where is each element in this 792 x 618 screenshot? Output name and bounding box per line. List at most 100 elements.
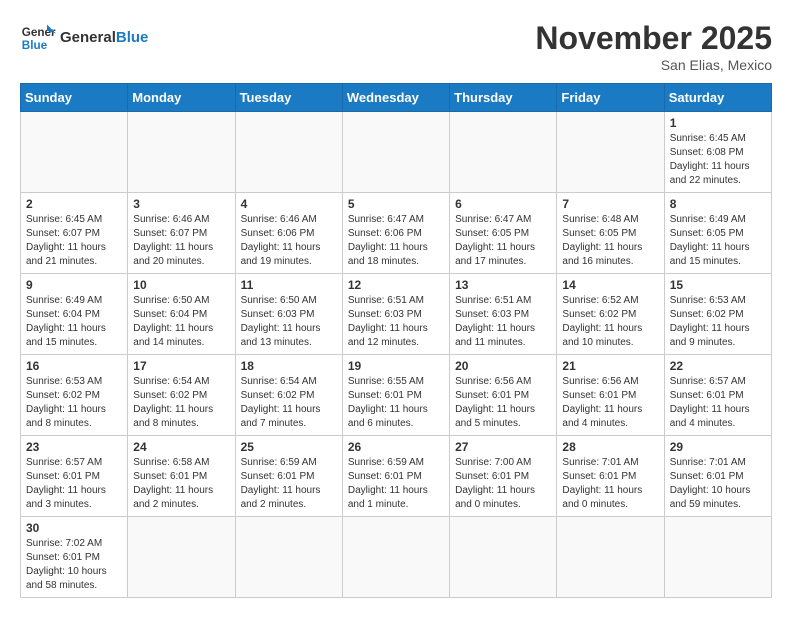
day-info: Sunrise: 6:52 AM Sunset: 6:02 PM Dayligh…	[562, 294, 658, 350]
day-info: Sunrise: 6:46 AM Sunset: 6:06 PM Dayligh…	[241, 213, 337, 269]
calendar-day-cell	[235, 112, 342, 193]
calendar-day-cell: 29Sunrise: 7:01 AM Sunset: 6:01 PM Dayli…	[664, 436, 771, 517]
day-info: Sunrise: 7:01 AM Sunset: 6:01 PM Dayligh…	[562, 456, 658, 512]
calendar-day-header: Saturday	[664, 84, 771, 112]
calendar-day-cell: 30Sunrise: 7:02 AM Sunset: 6:01 PM Dayli…	[21, 517, 128, 598]
calendar-day-cell: 6 Sunrise: 6:47 AM Sunset: 6:05 PM Daylig…	[450, 193, 557, 274]
day-info: Sunrise: 6:45 AM Sunset: 6:07 PM Dayligh…	[26, 213, 122, 269]
svg-text:General: General	[22, 26, 56, 39]
calendar-day-cell: 1 Sunrise: 6:45 AM Sunset: 6:08 PM Daylig…	[664, 112, 771, 193]
day-number: 14	[562, 278, 658, 292]
calendar-week-row: 23Sunrise: 6:57 AM Sunset: 6:01 PM Dayli…	[21, 436, 772, 517]
page-header: General Blue GeneralBlue November 2025 S…	[20, 20, 772, 73]
calendar-day-cell: 10 Sunrise: 6:50 AM Sunset: 6:04 PM Dayli…	[128, 274, 235, 355]
calendar-day-header: Thursday	[450, 84, 557, 112]
day-info: Sunrise: 6:57 AM Sunset: 6:01 PM Dayligh…	[26, 456, 122, 512]
calendar-day-cell: 15Sunrise: 6:53 AM Sunset: 6:02 PM Dayli…	[664, 274, 771, 355]
day-info: Sunrise: 6:47 AM Sunset: 6:05 PM Dayligh…	[455, 213, 551, 269]
day-number: 4	[241, 197, 337, 211]
day-number: 6	[455, 197, 551, 211]
calendar-day-cell: 12 Sunrise: 6:51 AM Sunset: 6:03 PM Dayli…	[342, 274, 449, 355]
logo-blue: Blue	[116, 29, 149, 46]
calendar-day-cell: 9Sunrise: 6:49 AM Sunset: 6:04 PM Daylig…	[21, 274, 128, 355]
day-info: Sunrise: 6:50 AM Sunset: 6:04 PM Dayligh…	[133, 294, 229, 350]
day-number: 2	[26, 197, 122, 211]
calendar-day-cell: 25 Sunrise: 6:59 AM Sunset: 6:01 PM Dayli…	[235, 436, 342, 517]
calendar-day-cell: 7 Sunrise: 6:48 AM Sunset: 6:05 PM Daylig…	[557, 193, 664, 274]
calendar-day-header: Sunday	[21, 84, 128, 112]
calendar-day-cell: 13Sunrise: 6:51 AM Sunset: 6:03 PM Dayli…	[450, 274, 557, 355]
day-number: 12	[348, 278, 444, 292]
calendar-day-cell	[342, 112, 449, 193]
calendar-week-row: 2 Sunrise: 6:45 AM Sunset: 6:07 PM Daylig…	[21, 193, 772, 274]
day-number: 21	[562, 359, 658, 373]
calendar-week-row: 16 Sunrise: 6:53 AM Sunset: 6:02 PM Dayli…	[21, 355, 772, 436]
calendar-day-cell: 3Sunrise: 6:46 AM Sunset: 6:07 PM Daylig…	[128, 193, 235, 274]
day-info: Sunrise: 6:58 AM Sunset: 6:01 PM Dayligh…	[133, 456, 229, 512]
day-number: 19	[348, 359, 444, 373]
day-info: Sunrise: 6:51 AM Sunset: 6:03 PM Dayligh…	[348, 294, 444, 350]
day-number: 13	[455, 278, 551, 292]
calendar-week-row: 9Sunrise: 6:49 AM Sunset: 6:04 PM Daylig…	[21, 274, 772, 355]
day-info: Sunrise: 6:53 AM Sunset: 6:02 PM Dayligh…	[26, 375, 122, 431]
day-info: Sunrise: 6:55 AM Sunset: 6:01 PM Dayligh…	[348, 375, 444, 431]
calendar-day-cell: 22Sunrise: 6:57 AM Sunset: 6:01 PM Dayli…	[664, 355, 771, 436]
day-number: 8	[670, 197, 766, 211]
calendar-day-cell	[664, 517, 771, 598]
day-number: 9	[26, 278, 122, 292]
calendar-day-cell: 11Sunrise: 6:50 AM Sunset: 6:03 PM Dayli…	[235, 274, 342, 355]
logo-general: General	[60, 29, 116, 46]
day-number: 24	[133, 440, 229, 454]
logo: General Blue GeneralBlue	[20, 20, 148, 56]
calendar-day-cell	[342, 517, 449, 598]
calendar-day-cell: 18Sunrise: 6:54 AM Sunset: 6:02 PM Dayli…	[235, 355, 342, 436]
day-info: Sunrise: 6:56 AM Sunset: 6:01 PM Dayligh…	[562, 375, 658, 431]
day-number: 7	[562, 197, 658, 211]
day-number: 20	[455, 359, 551, 373]
day-number: 1	[670, 116, 766, 130]
calendar-day-cell	[235, 517, 342, 598]
calendar-day-cell: 5Sunrise: 6:47 AM Sunset: 6:06 PM Daylig…	[342, 193, 449, 274]
calendar-header-row: SundayMondayTuesdayWednesdayThursdayFrid…	[21, 84, 772, 112]
month-title: November 2025	[535, 20, 772, 57]
calendar-day-cell	[450, 112, 557, 193]
day-number: 30	[26, 521, 122, 535]
day-number: 27	[455, 440, 551, 454]
day-info: Sunrise: 7:00 AM Sunset: 6:01 PM Dayligh…	[455, 456, 551, 512]
calendar-day-cell: 2 Sunrise: 6:45 AM Sunset: 6:07 PM Daylig…	[21, 193, 128, 274]
calendar-day-cell: 8 Sunrise: 6:49 AM Sunset: 6:05 PM Daylig…	[664, 193, 771, 274]
title-area: November 2025 San Elias, Mexico	[535, 20, 772, 73]
day-number: 10	[133, 278, 229, 292]
calendar-day-header: Friday	[557, 84, 664, 112]
calendar-table: SundayMondayTuesdayWednesdayThursdayFrid…	[20, 83, 772, 598]
calendar-day-cell	[557, 112, 664, 193]
calendar-day-cell: 17 Sunrise: 6:54 AM Sunset: 6:02 PM Dayli…	[128, 355, 235, 436]
day-number: 15	[670, 278, 766, 292]
day-info: Sunrise: 6:54 AM Sunset: 6:02 PM Dayligh…	[133, 375, 229, 431]
day-number: 5	[348, 197, 444, 211]
day-number: 17	[133, 359, 229, 373]
calendar-day-cell	[128, 112, 235, 193]
day-number: 16	[26, 359, 122, 373]
day-number: 29	[670, 440, 766, 454]
calendar-day-cell	[557, 517, 664, 598]
day-info: Sunrise: 6:48 AM Sunset: 6:05 PM Dayligh…	[562, 213, 658, 269]
day-info: Sunrise: 6:45 AM Sunset: 6:08 PM Dayligh…	[670, 132, 766, 188]
calendar-day-cell: 26Sunrise: 6:59 AM Sunset: 6:01 PM Dayli…	[342, 436, 449, 517]
calendar-week-row: 30Sunrise: 7:02 AM Sunset: 6:01 PM Dayli…	[21, 517, 772, 598]
calendar-day-cell: 27 Sunrise: 7:00 AM Sunset: 6:01 PM Dayli…	[450, 436, 557, 517]
day-number: 11	[241, 278, 337, 292]
day-info: Sunrise: 6:57 AM Sunset: 6:01 PM Dayligh…	[670, 375, 766, 431]
day-info: Sunrise: 6:49 AM Sunset: 6:05 PM Dayligh…	[670, 213, 766, 269]
calendar-day-cell: 14 Sunrise: 6:52 AM Sunset: 6:02 PM Dayli…	[557, 274, 664, 355]
day-number: 25	[241, 440, 337, 454]
logo-icon: General Blue	[20, 20, 56, 56]
calendar-day-cell: 20Sunrise: 6:56 AM Sunset: 6:01 PM Dayli…	[450, 355, 557, 436]
location: San Elias, Mexico	[535, 57, 772, 73]
day-number: 28	[562, 440, 658, 454]
day-number: 3	[133, 197, 229, 211]
day-info: Sunrise: 6:59 AM Sunset: 6:01 PM Dayligh…	[241, 456, 337, 512]
calendar-day-cell: 28 Sunrise: 7:01 AM Sunset: 6:01 PM Dayli…	[557, 436, 664, 517]
calendar-day-cell: 24 Sunrise: 6:58 AM Sunset: 6:01 PM Dayli…	[128, 436, 235, 517]
calendar-day-cell: 4 Sunrise: 6:46 AM Sunset: 6:06 PM Daylig…	[235, 193, 342, 274]
